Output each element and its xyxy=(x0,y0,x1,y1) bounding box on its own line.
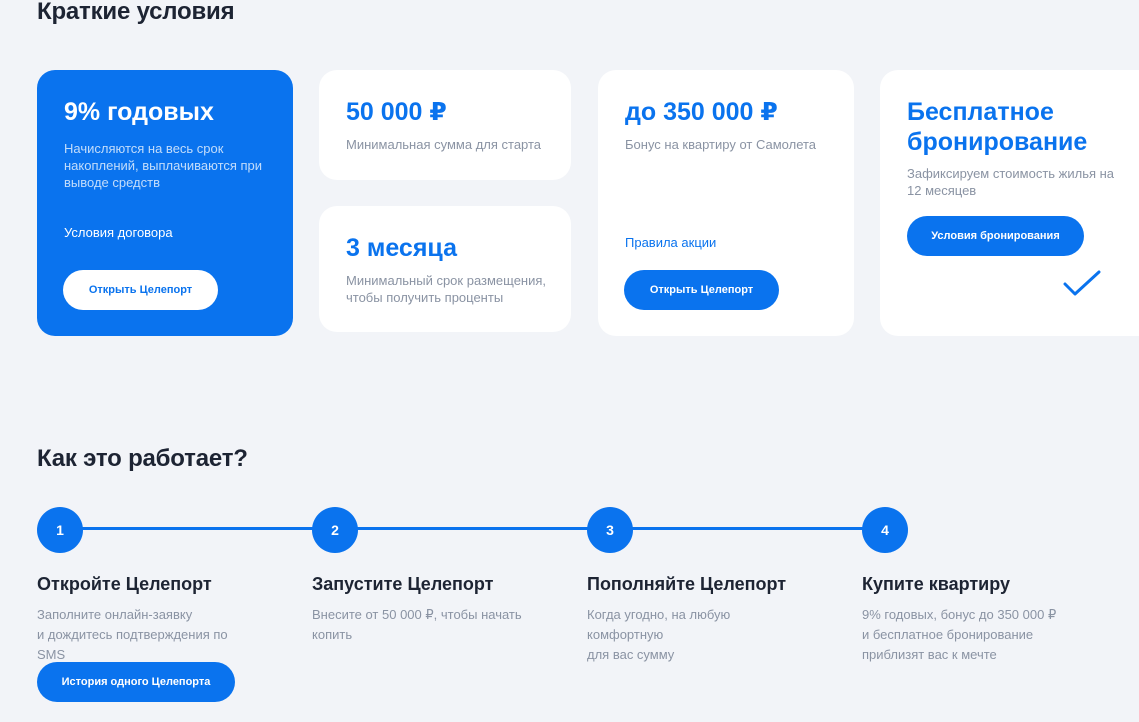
min-sum-value: 50 000 ₽ xyxy=(346,98,447,126)
history-button[interactable]: История одного Целепорта xyxy=(37,662,235,702)
steps-connector-line xyxy=(60,527,885,530)
open-celeport-button-2[interactable]: Открыть Целепорт xyxy=(624,270,779,310)
step-text-2: Внесите от 50 000 ₽, чтобы начать копить xyxy=(312,607,522,642)
bonus-value: до 350 000 ₽ xyxy=(625,98,778,126)
step-number-1: 1 xyxy=(37,507,83,553)
booking-terms-button[interactable]: Условия бронирования xyxy=(907,216,1084,256)
step-text-1: Заполните онлайн-заявку и дождитесь подт… xyxy=(37,607,228,662)
step-number-4: 4 xyxy=(862,507,908,553)
open-celeport-button[interactable]: Открыть Целепорт xyxy=(63,270,218,310)
min-sum-card: 50 000 ₽ Минимальная сумма для старта xyxy=(319,70,571,180)
min-sum-description: Минимальная сумма для старта xyxy=(346,137,542,152)
rate-card: 9% годовых Начисляются на весь срок нако… xyxy=(37,70,293,336)
step-number-2: 2 xyxy=(312,507,358,553)
bonus-card: до 350 000 ₽ Бонус на квартиру от Самоле… xyxy=(598,70,854,336)
step-title-1: Откройте Целепорт xyxy=(37,574,212,594)
booking-description: Зафиксируем стоимость жилья на 12 месяце… xyxy=(907,166,1115,198)
term-description: Минимальный срок размещения, чтобы получ… xyxy=(346,273,547,305)
booking-value: Бесплатное бронирование xyxy=(907,98,1088,156)
step-title-3: Пополняйте Целепорт xyxy=(587,574,787,594)
step-title-2: Запустите Целепорт xyxy=(312,574,494,594)
bonus-description: Бонус на квартиру от Самолета xyxy=(625,137,817,152)
step-number-3: 3 xyxy=(587,507,633,553)
how-title: Как это работает? xyxy=(37,445,248,472)
step-text-3: Когда угодно, на любую комфортную для ва… xyxy=(587,607,731,662)
rate-description: Начисляются на весь срок накоплений, вып… xyxy=(64,141,263,190)
summary-title: Краткие условия xyxy=(37,0,235,25)
term-value: 3 месяца xyxy=(346,234,457,262)
step-text-4: 9% годовых, бонус до 350 000 ₽ и бесплат… xyxy=(862,607,1057,662)
promo-rules-link[interactable]: Правила акции xyxy=(625,235,716,250)
checkmark-icon xyxy=(1063,270,1101,296)
term-card: 3 месяца Минимальный срок размещения, чт… xyxy=(319,206,571,332)
step-title-4: Купите квартиру xyxy=(862,574,1011,594)
booking-card: Бесплатное бронирование Зафиксируем стои… xyxy=(880,70,1139,336)
contract-terms-link[interactable]: Условия договора xyxy=(64,225,173,240)
rate-value: 9% годовых xyxy=(64,98,214,126)
